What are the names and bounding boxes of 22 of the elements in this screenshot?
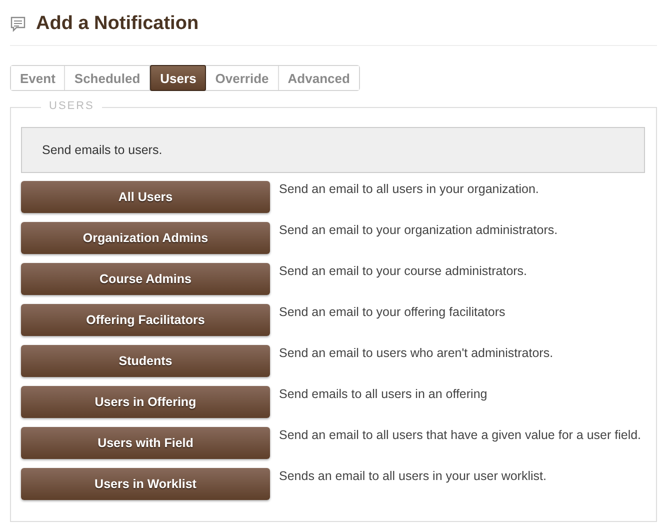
recipient-button[interactable]: Organization Admins bbox=[21, 222, 270, 254]
recipient-button[interactable]: Students bbox=[21, 345, 270, 377]
option-description: Send an email to your organization administrators. bbox=[279, 222, 558, 239]
tab[interactable]: Event bbox=[11, 66, 66, 90]
recipient-button[interactable]: Users in Offering bbox=[21, 386, 270, 418]
page-title: Add a Notification bbox=[36, 13, 199, 35]
option-description: Send emails to all users in an offering bbox=[279, 386, 488, 403]
info-message: Send emails to users. bbox=[21, 127, 645, 173]
recipient-button[interactable]: Course Admins bbox=[21, 263, 270, 295]
recipient-button[interactable]: All Users bbox=[21, 181, 270, 213]
comment-icon bbox=[10, 16, 26, 32]
recipient-button[interactable]: Offering Facilitators bbox=[21, 304, 270, 336]
recipient-button[interactable]: Users with Field bbox=[21, 427, 270, 459]
option-description: Send an email to all users that have a given value for a user field. bbox=[279, 427, 642, 444]
recipient-button[interactable]: Users in Worklist bbox=[21, 468, 270, 500]
option-description: Send an email to all users in your organization. bbox=[279, 181, 539, 198]
option-description: Send an email to users who aren't administrators. bbox=[279, 345, 554, 362]
option-description: Send an email to your offering facilitators bbox=[279, 304, 506, 321]
option-description: Sends an email to all users in your user worklist. bbox=[279, 468, 546, 485]
option-description: Send an email to your course administrators. bbox=[279, 263, 528, 280]
tab[interactable]: Users bbox=[150, 65, 206, 91]
section-legend: USERS bbox=[41, 100, 102, 112]
